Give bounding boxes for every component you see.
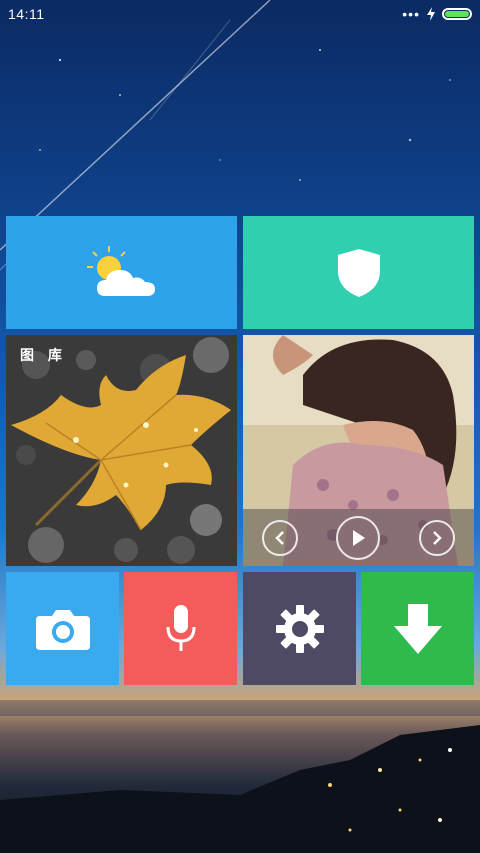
- play-icon: [353, 529, 366, 546]
- microphone-icon: [166, 604, 195, 651]
- next-button[interactable]: [418, 519, 455, 556]
- gallery-label: 图 库: [20, 347, 67, 363]
- charging-icon: [427, 7, 435, 21]
- signal-dots: •••: [402, 6, 420, 22]
- camera-icon: [35, 609, 90, 650]
- previous-button[interactable]: [262, 519, 299, 556]
- weather-tile[interactable]: [6, 216, 237, 329]
- gallery-photo: [6, 335, 237, 566]
- player-controls: [243, 509, 474, 566]
- gallery-tile[interactable]: 图 库: [6, 335, 237, 566]
- play-button[interactable]: [336, 515, 381, 560]
- settings-tile[interactable]: [243, 572, 356, 685]
- status-icons: •••: [402, 6, 472, 22]
- chevron-left-icon: [275, 530, 285, 545]
- partly-cloudy-icon: [86, 245, 155, 296]
- voice-recorder-tile[interactable]: [124, 572, 237, 685]
- status-time: 14:11: [8, 6, 45, 22]
- status-bar: 14:11 •••: [0, 0, 480, 28]
- arrow-down-icon: [393, 603, 442, 654]
- gear-icon: [275, 604, 324, 653]
- battery-icon: [442, 8, 472, 20]
- chevron-right-icon: [432, 530, 442, 545]
- shield-icon: [337, 248, 380, 297]
- download-tile[interactable]: [361, 572, 474, 685]
- music-player-tile[interactable]: [243, 335, 474, 566]
- security-tile[interactable]: [243, 216, 474, 329]
- camera-tile[interactable]: [6, 572, 119, 685]
